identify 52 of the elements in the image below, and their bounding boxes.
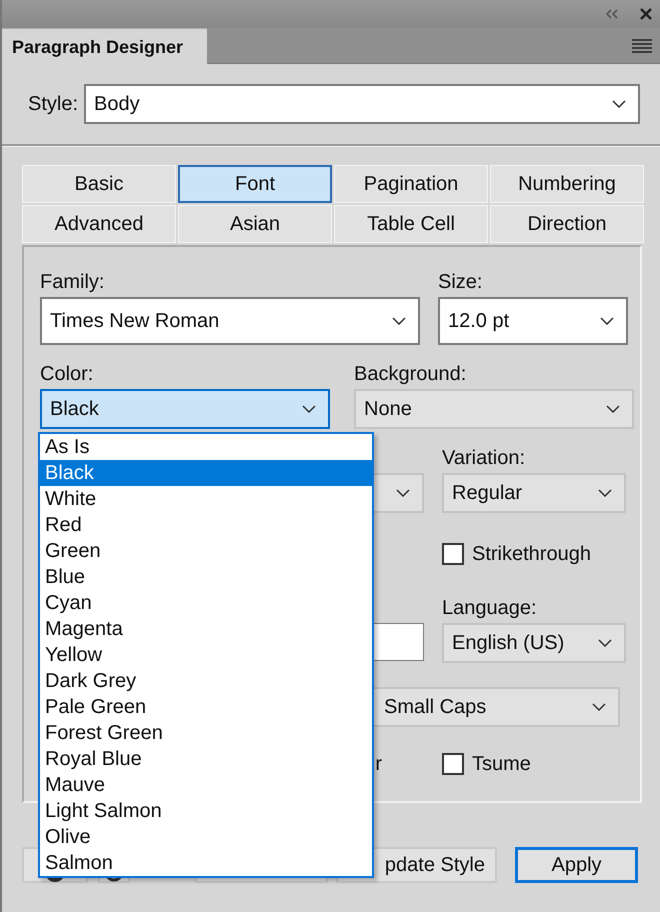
chevron-icon [392,317,406,325]
variation-label: Variation: [442,446,526,471]
color-option[interactable]: Red [40,512,372,538]
chevron-icon [396,489,410,497]
close-icon[interactable] [640,8,652,20]
color-option[interactable]: Blue [40,564,372,590]
size-label: Size: [438,270,484,295]
tab[interactable]: Asian [178,205,332,243]
color-option[interactable]: Black [40,460,372,486]
chevron-icon [598,639,612,647]
chevron-icon [302,405,316,413]
chevron-icon [592,703,606,711]
style-label: Style: [28,92,78,117]
color-option[interactable]: Green [40,538,372,564]
color-dropdown[interactable]: Black [40,389,330,429]
color-option[interactable]: Royal Blue [40,746,372,772]
color-option[interactable]: White [40,486,372,512]
language-label: Language: [442,596,538,621]
color-option[interactable]: Olive [40,824,372,850]
color-option[interactable]: Magenta [40,616,372,642]
variation-dropdown[interactable]: Regular [442,473,626,513]
color-option[interactable]: Cyan [40,590,372,616]
style-dropdown[interactable]: Body [84,84,640,124]
color-option[interactable]: Mauve [40,772,372,798]
panel-tab[interactable]: Paragraph Designer [2,28,207,64]
tab[interactable]: Table Cell [334,205,488,243]
color-option[interactable]: As Is [40,434,372,460]
family-dropdown[interactable]: Times New Roman [40,297,420,345]
tab[interactable]: Numbering [490,165,644,203]
tab[interactable]: Basic [22,165,176,203]
tab[interactable]: Font [178,165,332,203]
color-option[interactable]: Light Salmon [40,798,372,824]
menu-icon[interactable] [632,38,652,52]
chevron-icon [612,100,626,108]
chevron-icon [600,317,614,325]
color-label: Color: [40,362,94,387]
tab[interactable]: Direction [490,205,644,243]
background-label: Background: [354,362,468,387]
tab[interactable]: Advanced [22,205,176,243]
color-option[interactable]: Yellow [40,642,372,668]
size-dropdown[interactable]: 12.0 pt [438,297,628,345]
background-dropdown[interactable]: None [354,389,634,429]
language-dropdown[interactable]: English (US) [442,623,626,663]
strikethrough-checkbox[interactable]: Strikethrough [442,539,591,569]
collapse-icon[interactable] [606,9,618,19]
chevron-icon [598,489,612,497]
tsume-checkbox[interactable]: Tsume [442,749,531,779]
family-label: Family: [40,270,106,295]
checkbox-label: r [375,752,382,777]
tab[interactable]: Pagination [334,165,488,203]
chevron-icon [606,405,620,413]
apply-button[interactable]: Apply [515,847,638,883]
